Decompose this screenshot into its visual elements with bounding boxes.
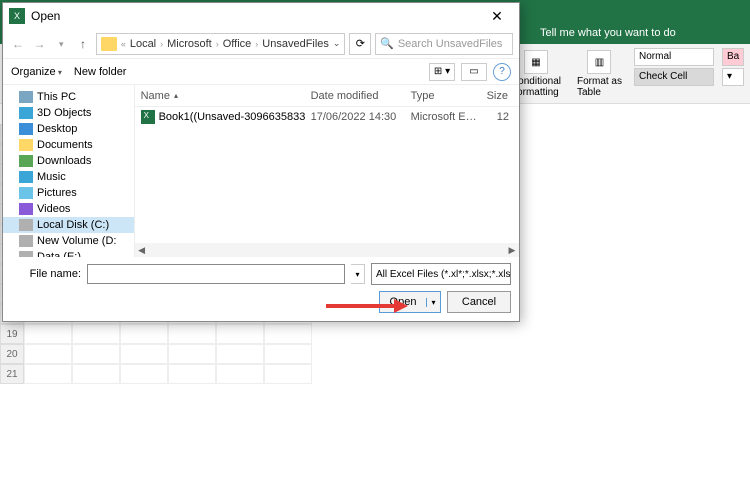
folder-icon [101,37,117,51]
tree-item[interactable]: Documents [3,137,134,153]
open-file-dialog: X Open ✕ ← → ▾ ↑ « Local› Microsoft› Off… [2,2,520,322]
file-name-input[interactable] [87,264,345,284]
ico-pc-icon [19,91,33,103]
cell[interactable] [120,324,168,344]
tree-item[interactable]: New Volume (D: [3,233,134,249]
cell[interactable] [168,344,216,364]
cell[interactable] [120,364,168,384]
file-row[interactable]: Book1((Unsaved-309663583314130555)).x...… [135,107,519,127]
refresh-icon[interactable]: ⟳ [349,33,371,55]
tree-item[interactable]: Desktop [3,121,134,137]
col-size[interactable]: Size [481,90,519,102]
row-header[interactable]: 21 [0,364,24,384]
row-header[interactable]: 19 [0,324,24,344]
row-header[interactable]: 20 [0,344,24,364]
tree-item[interactable]: Local Disk (C:) [3,217,134,233]
open-button[interactable]: Open ▾ [379,291,441,313]
ico-desk-icon [19,123,33,135]
tree-item[interactable]: Pictures [3,185,134,201]
style-bad[interactable]: Ba [722,48,744,66]
tree-item[interactable]: 3D Objects [3,105,134,121]
nav-tree[interactable]: This PC3D ObjectsDesktopDocumentsDownloa… [3,85,135,257]
tree-item[interactable]: Downloads [3,153,134,169]
excel-icon: X [9,8,25,24]
cell[interactable] [72,344,120,364]
cell[interactable] [72,364,120,384]
cell[interactable] [216,364,264,384]
nav-back-icon[interactable]: ← [9,35,27,53]
cell[interactable] [216,324,264,344]
conditional-formatting-icon: ▦ [524,50,548,74]
tree-item[interactable]: Music [3,169,134,185]
horizontal-scrollbar[interactable]: ◀▶ [135,243,519,257]
cell-styles-gallery[interactable]: Normal Check Cell [634,48,714,86]
cell[interactable] [24,344,72,364]
tree-item[interactable]: Videos [3,201,134,217]
cell[interactable] [264,324,312,344]
cancel-button[interactable]: Cancel [447,291,511,313]
preview-pane-button[interactable]: ▭ [461,63,487,81]
file-name-dropdown[interactable]: ▾ [351,264,365,284]
organize-menu[interactable]: Organize [11,66,62,78]
file-name-label: File name: [11,268,81,280]
nav-forward-icon[interactable]: → [31,35,49,53]
nav-bar: ← → ▾ ↑ « Local› Microsoft› Office› Unsa… [3,29,519,59]
column-headers[interactable]: Name▴ Date modified Type Size [135,85,519,107]
format-as-table-icon: ▥ [587,50,611,74]
ico-disk-icon [19,235,33,247]
style-check-cell[interactable]: Check Cell [634,68,714,86]
ico-down-icon [19,155,33,167]
chevron-down-icon[interactable]: ⌄ [333,38,341,49]
ico-3d-icon [19,107,33,119]
new-folder-button[interactable]: New folder [74,66,127,78]
cell[interactable] [24,324,72,344]
styles-more[interactable]: ▾ [722,68,744,86]
col-date[interactable]: Date modified [305,90,405,102]
cell[interactable] [24,364,72,384]
cell[interactable] [120,344,168,364]
ico-vid-icon [19,203,33,215]
excel-file-icon [141,110,155,124]
open-split-dropdown[interactable]: ▾ [426,298,440,307]
ico-disk-icon [19,219,33,231]
col-type[interactable]: Type [405,90,481,102]
cell[interactable] [168,324,216,344]
search-input[interactable]: 🔍 Search UnsavedFiles [375,33,513,55]
tree-item[interactable]: This PC [3,89,134,105]
dialog-toolbar: Organize New folder ⊞ ▾ ▭ ? [3,59,519,85]
nav-up-icon[interactable]: ↑ [74,35,92,53]
help-icon[interactable]: ? [493,63,511,81]
tree-item[interactable]: Data (E:) [3,249,134,257]
file-list[interactable]: Name▴ Date modified Type Size Book1((Uns… [135,85,519,257]
search-icon: 🔍 [380,37,394,50]
view-options-button[interactable]: ⊞ ▾ [429,63,455,81]
ico-music-icon [19,171,33,183]
address-breadcrumb[interactable]: « Local› Microsoft› Office› UnsavedFiles… [96,33,346,55]
ico-docs-icon [19,139,33,151]
style-normal[interactable]: Normal [634,48,714,66]
close-icon[interactable]: ✕ [481,8,513,25]
ico-pics-icon [19,187,33,199]
cell[interactable] [264,344,312,364]
nav-recent-icon[interactable]: ▾ [52,35,70,53]
cell[interactable] [168,364,216,384]
file-type-filter[interactable]: All Excel Files (*.xl*;*.xlsx;*.xlsm▾ [371,263,511,285]
col-name[interactable]: Name▴ [135,90,305,102]
cell[interactable] [72,324,120,344]
dialog-title: Open [31,9,60,23]
cell[interactable] [216,344,264,364]
dialog-titlebar: X Open ✕ [3,3,519,29]
format-as-table-button[interactable]: ▥ Format as Table [573,48,626,100]
cell[interactable] [264,364,312,384]
